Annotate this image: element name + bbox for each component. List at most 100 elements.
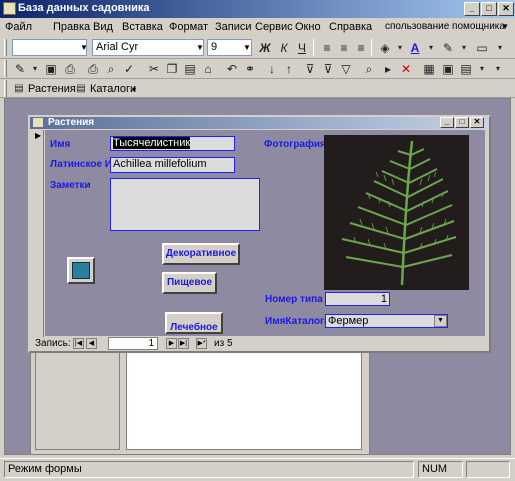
tab-catalogs[interactable]: Каталоги [90,83,136,95]
line-color-icon[interactable]: ✎ [440,40,456,56]
properties-icon[interactable]: ▦ [421,61,437,77]
label-latin-name: Латинское И [50,159,112,170]
database-objects-panel[interactable] [35,350,120,450]
toolbar-options-icon[interactable]: ▾ [490,61,506,77]
help-chevron-icon[interactable]: ▾ [503,21,508,32]
view-dropdown-icon[interactable]: ▾ [27,61,43,77]
font-color-dropdown-icon[interactable]: ▾ [423,40,439,56]
menu-help[interactable]: Справка [329,21,372,33]
underline-button[interactable]: Ч [294,40,310,56]
print-preview-icon[interactable]: ⌕ [103,61,119,77]
fill-dropdown-icon[interactable]: ▾ [392,40,408,56]
catalog-book-button[interactable] [67,257,95,284]
filter-form-icon[interactable]: ⊽ [320,61,336,77]
previous-record-button[interactable]: ◀ [86,338,97,349]
form-title: Растения [48,117,95,128]
separator [371,39,372,56]
toolbar-grip[interactable] [4,60,7,77]
format-painter-icon[interactable]: ⌂ [200,61,216,77]
toolbar-options-icon[interactable]: ▾ [132,85,136,94]
menu-tools[interactable]: Сервис [255,21,293,33]
notes-field[interactable] [110,178,260,231]
last-record-button[interactable]: ▶| [178,338,189,349]
database-icon [3,2,16,15]
view-icon[interactable]: ✎ [12,61,28,77]
copy-icon[interactable]: ❐ [164,61,180,77]
menu-file[interactable]: Файл [5,21,32,33]
record-number-value: 1 [148,338,154,349]
minimize-button[interactable]: _ [464,2,480,16]
object-combo[interactable] [12,39,87,56]
database-window-icon[interactable]: ▣ [440,61,456,77]
file-search-icon[interactable]: ⎙ [62,61,78,77]
first-record-button[interactable]: |◀ [73,338,84,349]
print-icon[interactable]: ⎙ [85,61,101,77]
fill-color-icon[interactable]: ◈ [377,40,393,56]
toolbar-grip[interactable] [4,80,7,97]
font-combo-arrow-icon[interactable]: ▼ [196,43,204,52]
status-mode-text: Режим формы [8,463,82,475]
new-object-icon[interactable]: ▤ [458,61,474,77]
close-button[interactable]: ✕ [498,2,514,16]
record-count: из 5 [214,338,233,349]
font-color-icon[interactable]: A [407,40,423,56]
font-size-value: 9 [211,41,218,53]
font-name-combo[interactable]: Arial Cyr [92,39,204,56]
name-field[interactable]: Тысячелистник [110,136,235,151]
food-button[interactable]: Пищевое [162,272,217,294]
hyperlink-icon[interactable]: ⚭ [242,61,258,77]
latin-name-field[interactable]: Achillea millefolium [110,157,235,173]
align-center-icon[interactable]: ≡ [336,40,352,56]
delete-record-icon[interactable]: ✕ [398,61,414,77]
menu-records[interactable]: Записи [215,21,252,33]
undo-icon[interactable]: ↶ [224,61,240,77]
menu-format[interactable]: Формат [169,21,208,33]
border-width-icon[interactable]: ▭ [474,40,490,56]
toolbar-grip[interactable] [4,39,7,56]
new-object-dropdown-icon[interactable]: ▾ [474,61,490,77]
menu-edit[interactable]: Правка [53,21,90,33]
filter-selection-icon[interactable]: ⊽ [302,61,318,77]
form-icon: ▤ [14,83,24,94]
cut-icon[interactable]: ✂ [146,61,162,77]
decorative-button[interactable]: Декоративное [162,243,240,265]
medicinal-button[interactable]: Лечебное [165,312,223,334]
form-close-button[interactable]: ✕ [470,117,484,128]
paste-icon[interactable]: ▤ [182,61,198,77]
new-record-nav-button[interactable]: ▶* [196,338,207,349]
type-number-field[interactable]: 1 [325,292,390,306]
save-icon[interactable]: ▣ [43,61,59,77]
find-icon[interactable]: ⌕ [361,61,377,77]
align-right-icon[interactable]: ≡ [353,40,369,56]
catalog-dropdown-icon[interactable]: ▼ [434,315,447,327]
sort-descending-icon[interactable]: ↑ [281,61,297,77]
help-assistant-box[interactable]: спользование помощника [385,21,505,32]
menu-insert[interactable]: Вставка [122,21,163,33]
apply-filter-icon[interactable]: ▽ [338,61,354,77]
maximize-button[interactable]: □ [481,2,497,16]
separator [313,39,314,56]
label-catalog-name: ИмяКаталога [265,316,330,327]
menu-window[interactable]: Окно [295,21,321,33]
line-color-dropdown-icon[interactable]: ▾ [456,40,472,56]
spelling-icon[interactable]: ✓ [121,61,137,77]
align-left-icon[interactable]: ≡ [319,40,335,56]
database-items-panel[interactable] [126,345,362,450]
new-record-icon[interactable]: ▸ [380,61,396,77]
sort-ascending-icon[interactable]: ↓ [264,61,280,77]
tab-plants[interactable]: Растения [28,83,76,95]
record-selector[interactable] [32,130,44,338]
italic-button[interactable]: К [276,40,292,56]
menu-view[interactable]: Вид [93,21,113,33]
label-photo: Фотография [264,139,326,150]
combo-arrow-icon[interactable]: ▼ [80,43,88,52]
bold-button[interactable]: Ж [257,40,273,56]
form-maximize-button[interactable]: □ [455,117,469,128]
form-minimize-button[interactable]: _ [440,117,454,128]
record-number-field[interactable]: 1 [108,337,158,350]
size-combo-arrow-icon[interactable]: ▼ [243,43,251,52]
book-icon [72,262,90,279]
toolbar-options-icon[interactable]: ▾ [492,40,508,56]
next-record-button[interactable]: ▶ [166,338,177,349]
catalog-name-combo[interactable]: Фермер [325,314,448,328]
